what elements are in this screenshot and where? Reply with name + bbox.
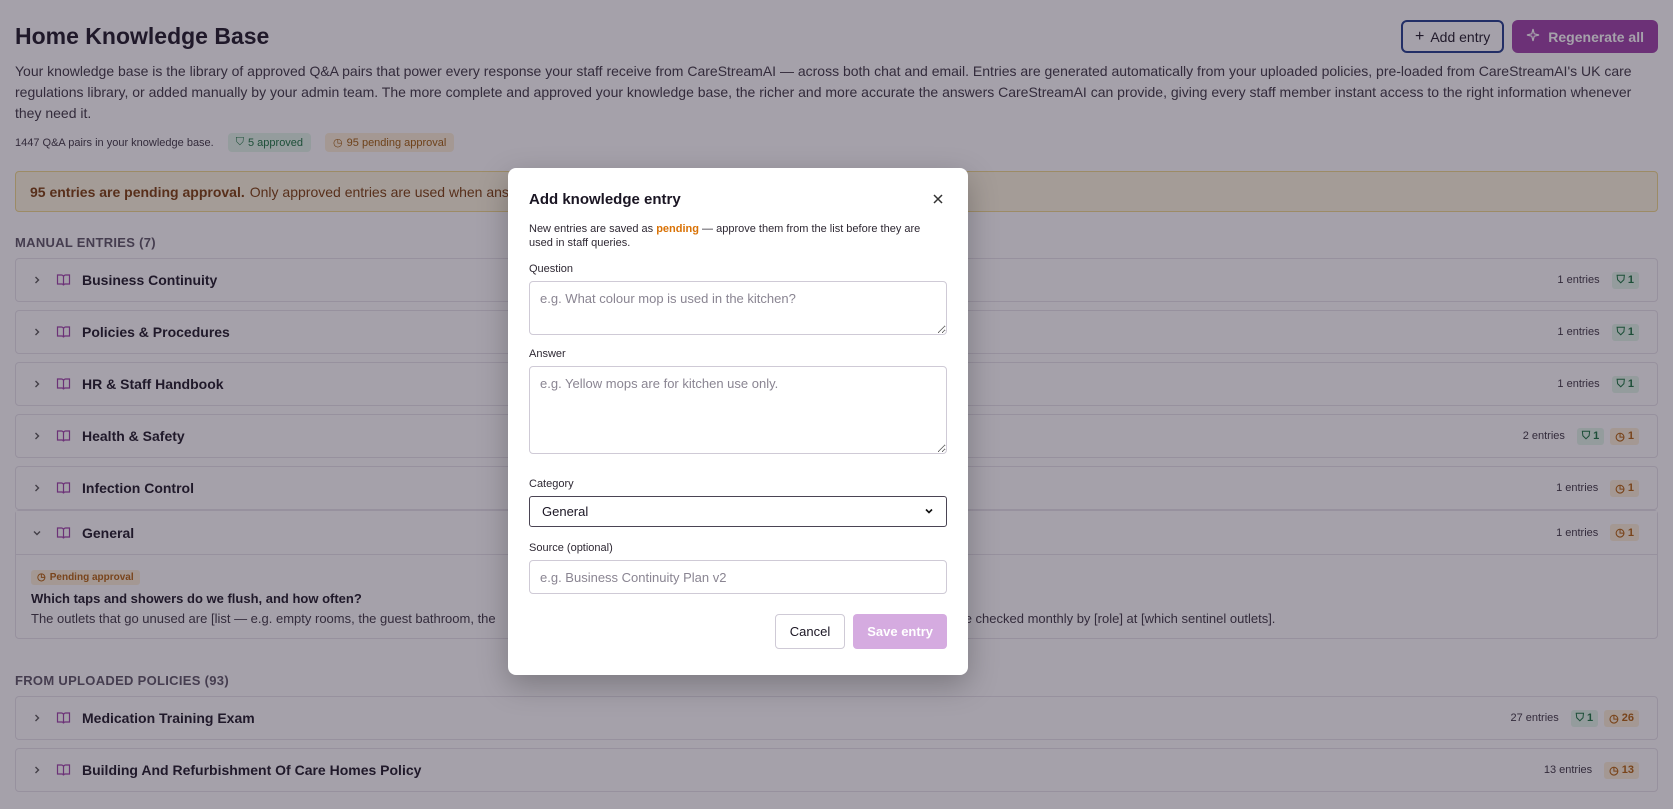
modal-actions: Cancel Save entry — [529, 614, 947, 649]
note-prefix: New entries are saved as — [529, 223, 654, 235]
modal-title: Add knowledge entry — [529, 190, 681, 208]
category-select[interactable]: General — [529, 496, 947, 527]
category-label: Category — [529, 478, 574, 490]
chevron-down-icon — [924, 504, 934, 519]
modal-note: New entries are saved as pending — appro… — [529, 222, 947, 250]
save-entry-button[interactable]: Save entry — [853, 614, 947, 649]
source-label: Source (optional) — [529, 542, 613, 554]
cancel-button[interactable]: Cancel — [774, 614, 846, 649]
question-field[interactable] — [529, 281, 947, 335]
source-field[interactable] — [529, 560, 947, 594]
modal-header: Add knowledge entry — [529, 190, 947, 208]
question-label: Question — [529, 263, 574, 275]
answer-field[interactable] — [529, 366, 947, 454]
category-select-value: General — [542, 504, 589, 519]
close-icon[interactable] — [929, 190, 947, 208]
note-pending-word: pending — [656, 223, 699, 235]
answer-label: Answer — [529, 348, 566, 360]
add-knowledge-modal: Add knowledge entry New entries are save… — [508, 168, 968, 675]
